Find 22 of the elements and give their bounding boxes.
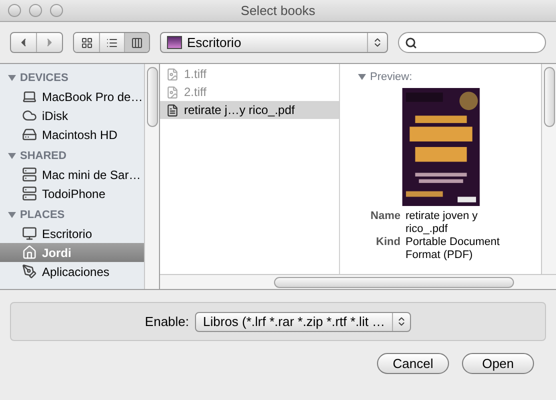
field-value: Portable Document Format (PDF)	[406, 236, 501, 262]
location-dropdown[interactable]: Escritorio	[160, 32, 388, 53]
field-value: retirate joven y rico_.pdf	[406, 210, 479, 236]
window-title: Select books	[240, 2, 316, 20]
dialog-button[interactable]: Cancel	[377, 353, 449, 374]
sidebar-item[interactable]: Escritorio	[0, 224, 144, 243]
filter-label: Enable:	[144, 312, 190, 331]
section-heading: PLACES	[20, 208, 65, 223]
sidebar-item[interactable]: MacBook Pro de…	[0, 87, 144, 106]
sidebar-item[interactable]: Aplicaciones	[0, 262, 144, 281]
section-heading: DEVICES	[20, 70, 68, 86]
sidebar-item[interactable]: Macintosh HD	[0, 125, 144, 144]
file-row[interactable]: retirate j…y rico_.pdf	[160, 101, 339, 119]
sidebar-item[interactable]: TodoiPhone	[0, 184, 144, 203]
field-label: Kind	[375, 236, 400, 250]
section-heading: SHARED	[20, 148, 66, 164]
sidebar-item[interactable]: iDisk	[0, 106, 144, 125]
sidebar-item[interactable]: Mac mini de Sar…	[0, 165, 144, 184]
dialog-button[interactable]: Open	[462, 353, 534, 374]
file-type-dropdown[interactable]: Libros (*.lrf *.rar *.zip *.rtf *.lit …	[195, 312, 412, 332]
preview-heading: Preview:	[370, 70, 412, 85]
field-label: Name	[370, 210, 400, 224]
